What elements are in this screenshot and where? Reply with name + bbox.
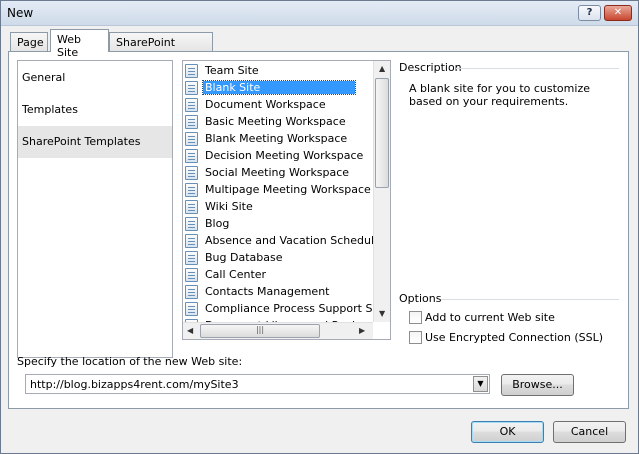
site-template-icon [185,64,198,78]
template-label: Multipage Meeting Workspace [205,183,371,196]
site-template-icon [185,81,198,95]
list-item[interactable]: Basic Meeting Workspace [185,114,375,131]
site-template-icon [185,183,198,197]
horizontal-scroll-thumb[interactable]: ||| [200,324,320,338]
ok-button[interactable]: OK [471,421,544,443]
category-general[interactable]: General [18,62,172,94]
options-divider [441,299,619,300]
template-label: Bug Database [205,251,283,264]
tab-sharepoint-content[interactable]: SharePoint Content [109,32,213,62]
add-to-current-label: Add to current Web site [425,311,555,324]
chevron-down-icon[interactable]: ▼ [473,376,488,392]
browse-label: Browse... [512,378,563,391]
template-label: Social Meeting Workspace [205,166,350,179]
category-sharepoint-templates[interactable]: SharePoint Templates [18,126,172,158]
category-list[interactable]: General Templates SharePoint Templates [17,60,173,358]
tab-page-label: Page [17,36,44,49]
list-item[interactable]: Bug Database [185,250,375,267]
list-item[interactable]: Document Workspace [185,97,375,114]
list-item[interactable]: Team Site [185,63,375,80]
list-item[interactable]: Contacts Management [185,284,375,301]
list-item[interactable]: Wiki Site [185,199,375,216]
category-templates[interactable]: Templates [18,94,172,126]
list-item[interactable]: Blank Site [185,80,375,97]
location-combobox[interactable]: http://blog.bizapps4rent.com/mySite3 ▼ [25,374,490,394]
list-item[interactable]: Decision Meeting Workspace [185,148,375,165]
site-template-icon [185,268,198,282]
site-template-icon [185,115,198,129]
tab-web-site-label: Web Site [57,33,81,59]
site-template-icon [185,234,198,248]
list-item[interactable]: Blank Meeting Workspace [185,131,375,148]
description-title: Description [399,61,462,74]
help-button[interactable]: ? [578,5,601,21]
template-label: Basic Meeting Workspace [205,115,346,128]
description-text: A blank site for you to customize based … [409,82,590,108]
checkbox-icon[interactable] [409,331,422,344]
list-item[interactable]: Absence and Vacation Schedule [185,233,381,250]
template-label: Blank Meeting Workspace [205,132,348,145]
location-value[interactable]: http://blog.bizapps4rent.com/mySite3 [30,378,239,391]
close-icon: ✕ [613,7,623,18]
title-bar: New ? ✕ [1,1,638,26]
list-item[interactable]: Compliance Process Support Site [185,301,387,318]
site-template-icon [185,132,198,146]
site-template-icon [185,98,198,112]
site-template-icon [185,302,198,316]
category-label: Templates [22,103,78,116]
template-label: Compliance Process Support Site [205,302,387,315]
vertical-scroll-thumb[interactable] [375,78,389,188]
grip-icon: ||| [255,325,265,334]
description-divider [456,68,619,69]
category-label: SharePoint Templates [22,135,141,148]
options-title: Options [399,292,442,305]
question-icon: ? [586,7,593,18]
site-template-icon [185,149,198,163]
template-label: Wiki Site [205,200,253,213]
list-item[interactable]: Blog [185,216,375,233]
window-title: New [7,6,34,20]
scroll-right-icon[interactable]: ▶ [359,326,365,335]
cancel-label: Cancel [570,425,609,438]
list-item[interactable]: Call Center [185,267,375,284]
template-label: Team Site [205,64,259,77]
template-label: Decision Meeting Workspace [205,149,364,162]
cancel-button[interactable]: Cancel [553,421,626,443]
site-template-icon [185,285,198,299]
horizontal-scrollbar[interactable]: ◀ ||| ▶ [183,322,373,339]
category-label: General [22,71,66,84]
site-template-icon [185,200,198,214]
scroll-up-icon[interactable]: ▲ [379,64,385,73]
ok-label: OK [499,425,516,438]
tab-page[interactable]: Page [10,32,48,52]
checkbox-icon[interactable] [409,311,422,324]
browse-button[interactable]: Browse... [501,374,574,396]
template-label: Call Center [205,268,267,281]
template-label: Document Workspace [205,98,326,111]
scroll-down-icon[interactable]: ▼ [379,309,385,318]
location-label: Specify the location of the new Web site… [17,355,243,368]
close-button[interactable]: ✕ [604,5,632,21]
site-template-icon [185,251,198,265]
template-list[interactable]: Team Site Blank Site Document Workspace … [182,60,391,340]
site-template-icon [185,166,198,180]
template-label: Blog [205,217,230,230]
site-template-icon [185,217,198,231]
scroll-left-icon[interactable]: ◀ [187,326,193,335]
list-item[interactable]: Social Meeting Workspace [185,165,375,182]
template-label: Blank Site [202,80,356,95]
use-ssl-label: Use Encrypted Connection (SSL) [425,331,604,344]
vertical-scrollbar[interactable]: ▲ ▼ [373,61,390,322]
list-item[interactable]: Multipage Meeting Workspace [185,182,375,199]
template-label: Absence and Vacation Schedule [205,234,381,247]
tab-web-site[interactable]: Web Site [50,29,109,59]
template-label: Contacts Management [205,285,330,298]
